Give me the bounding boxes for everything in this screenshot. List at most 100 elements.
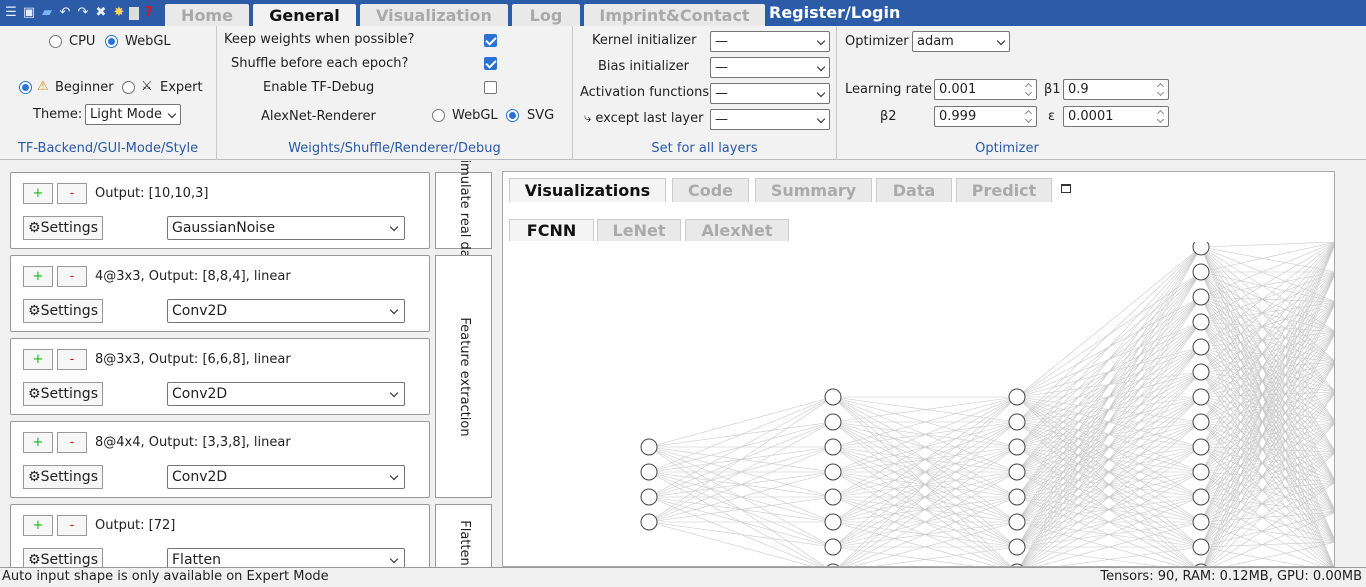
remove-layer-button[interactable]: - [57, 349, 87, 370]
open-folder-icon[interactable]: ▰ [39, 5, 55, 21]
maximize-icon[interactable] [1061, 184, 1071, 193]
calculator-icon[interactable] [129, 7, 139, 20]
tab-general[interactable]: General [253, 4, 356, 26]
neuron [1192, 242, 1210, 256]
delete-icon[interactable]: ✖ [93, 5, 109, 21]
magic-icon[interactable]: ✸ [111, 5, 127, 21]
layer-type-value: Conv2D [172, 386, 228, 402]
tab-code[interactable]: Code [672, 178, 749, 202]
help-icon[interactable]: ? [141, 5, 157, 21]
activation-functions-select[interactable]: — [710, 83, 830, 104]
expert-radio[interactable] [122, 81, 135, 94]
group-flatten: Flatten [435, 504, 492, 567]
group-label: Flatten [456, 519, 472, 566]
tab-visualizations[interactable]: Visualizations [509, 178, 666, 202]
register-login-link[interactable]: Register/Login [769, 2, 900, 24]
except-last-layer-select[interactable]: — [710, 109, 830, 130]
except-last-layer-value: — [715, 112, 728, 127]
group-feature-extraction: Feature extraction [435, 255, 492, 498]
renderer-svg-radio[interactable] [506, 109, 519, 122]
layer-settings-button[interactable]: ⚙Settings [23, 465, 103, 489]
cpu-radio[interactable] [49, 35, 62, 48]
layer-settings-label: Settings [40, 469, 98, 485]
beta1-input[interactable]: 0.9 [1063, 79, 1169, 100]
spinner-icon[interactable] [1156, 82, 1166, 97]
learning-rate-input[interactable]: 0.001 [934, 79, 1037, 100]
theme-select[interactable]: Light Mode [85, 104, 181, 125]
neuron [824, 463, 842, 481]
remove-layer-button[interactable]: - [57, 183, 87, 204]
chevron-down-icon [167, 109, 177, 119]
undo-icon[interactable]: ↶ [57, 5, 73, 21]
remove-layer-button[interactable]: - [57, 266, 87, 287]
optimizer-value: adam [917, 34, 954, 49]
layer-settings-button[interactable]: ⚙Settings [23, 548, 103, 567]
neuron [640, 438, 658, 456]
menu-icon[interactable]: ☰ [3, 5, 19, 21]
neuron [1192, 538, 1210, 556]
optimizer-select[interactable]: adam [912, 31, 1010, 52]
neuron [1192, 263, 1210, 281]
shuffle-checkbox[interactable] [484, 57, 497, 70]
beta2-input[interactable]: 0.999 [934, 106, 1037, 127]
chevron-down-icon [816, 36, 826, 46]
spinner-icon[interactable] [1024, 82, 1034, 97]
chevron-down-icon [389, 554, 399, 564]
spinner-icon[interactable] [1156, 109, 1166, 124]
neuron [824, 538, 842, 556]
layer-type-select[interactable]: Conv2D [167, 299, 405, 323]
kernel-initializer-select[interactable]: — [710, 31, 830, 52]
kernel-initializer-label: Kernel initializer [592, 33, 697, 48]
layer-type-select[interactable]: Conv2D [167, 382, 405, 406]
redo-icon[interactable]: ↷ [75, 5, 91, 21]
save-icon[interactable]: ▣ [21, 5, 37, 21]
keep-weights-label: Keep weights when possible? [224, 32, 415, 47]
section-title-optimizer: Optimizer [975, 141, 1039, 156]
epsilon-input[interactable]: 0.0001 [1063, 106, 1169, 127]
tab-predict[interactable]: Predict [956, 178, 1052, 202]
renderer-webgl-radio[interactable] [432, 109, 445, 122]
layer-type-select[interactable]: Flatten [167, 548, 405, 567]
tab-log[interactable]: Log [512, 4, 580, 26]
layer-type-select[interactable]: Conv2D [167, 465, 405, 489]
layer-type-select[interactable]: GaussianNoise [167, 216, 405, 240]
gear-icon: ⚙ [28, 386, 41, 402]
add-layer-button[interactable]: + [23, 515, 53, 536]
webgl-radio[interactable] [105, 35, 118, 48]
spinner-icon[interactable] [1024, 109, 1034, 124]
tab-summary[interactable]: Summary [755, 178, 872, 202]
bias-initializer-select[interactable]: — [710, 57, 830, 78]
layer-settings-button[interactable]: ⚙Settings [23, 382, 103, 406]
keep-weights-checkbox[interactable] [484, 34, 497, 47]
subtab-lenet[interactable]: LeNet [597, 219, 681, 241]
layer-settings-label: Settings [40, 303, 98, 319]
remove-layer-button[interactable]: - [57, 432, 87, 453]
tf-debug-checkbox[interactable] [484, 81, 497, 94]
neuron [1192, 338, 1210, 356]
tab-visualization[interactable]: Visualization [360, 4, 508, 26]
webgl-label: WebGL [125, 34, 171, 49]
status-message: Auto input shape is only available on Ex… [2, 569, 329, 584]
add-layer-button[interactable]: + [23, 266, 53, 287]
add-layer-button[interactable]: + [23, 183, 53, 204]
renderer-label: AlexNet-Renderer [261, 109, 376, 124]
beginner-radio[interactable] [19, 81, 32, 94]
layer-card: + - Output: [72] ⚙Settings Flatten [10, 504, 430, 567]
beta2-label: β2 [880, 109, 897, 124]
neuron [1008, 488, 1026, 506]
tab-home[interactable]: Home [165, 4, 249, 26]
subtab-alexnet[interactable]: AlexNet [685, 219, 789, 241]
add-layer-button[interactable]: + [23, 349, 53, 370]
beta1-value: 0.9 [1068, 82, 1089, 97]
add-layer-button[interactable]: + [23, 432, 53, 453]
layer-settings-button[interactable]: ⚙Settings [23, 299, 103, 323]
group-simulate-real-data: Simulate real data [435, 161, 492, 270]
subtab-fcnn[interactable]: FCNN [509, 219, 594, 241]
tab-imprint-contact[interactable]: Imprint&Contact [584, 4, 765, 26]
section-title-all-layers: Set for all layers [651, 141, 758, 156]
tab-data[interactable]: Data [876, 178, 952, 202]
neuron [1008, 538, 1026, 556]
toolbar: ☰ ▣ ▰ ↶ ↷ ✖ ✸ ? [3, 5, 157, 23]
layer-settings-button[interactable]: ⚙Settings [23, 216, 103, 240]
remove-layer-button[interactable]: - [57, 515, 87, 536]
